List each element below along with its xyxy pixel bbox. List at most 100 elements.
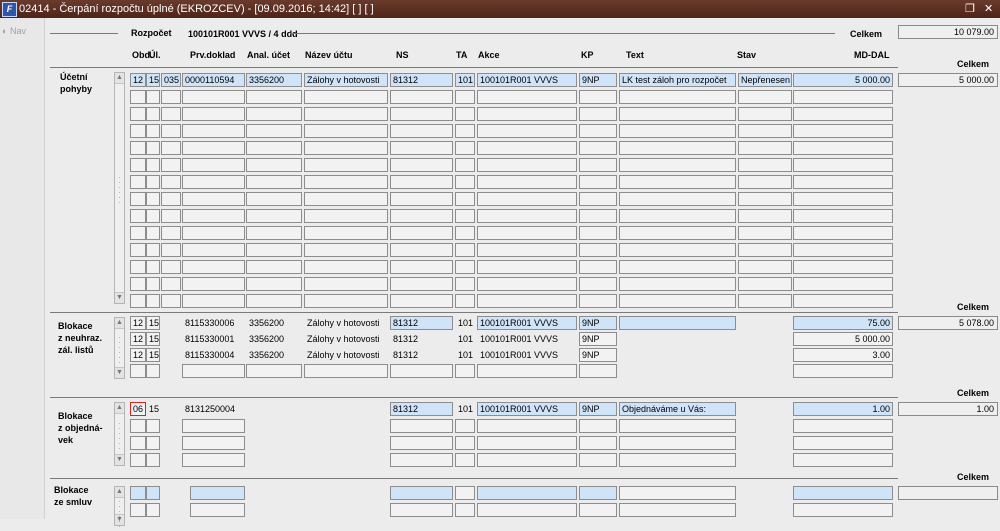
row-9-md[interactable] — [793, 226, 893, 240]
row-5-kp[interactable] — [579, 158, 617, 172]
unpaid-row-1-prv[interactable]: 8115330001 — [182, 332, 245, 346]
unpaid-row-2-obd[interactable]: 12 — [130, 348, 146, 362]
row-10-kp[interactable] — [579, 243, 617, 257]
row-6-ul2[interactable] — [161, 175, 181, 189]
orders-row-2-obd[interactable] — [130, 436, 146, 450]
row-0-obd[interactable]: 12 — [130, 73, 146, 87]
scroll-up-icon[interactable]: ▲ — [115, 73, 124, 84]
row-0-prv[interactable]: 0000110594 — [182, 73, 245, 87]
row-9-obd[interactable] — [130, 226, 146, 240]
row-1-kp[interactable] — [579, 90, 617, 104]
row-2-anal[interactable] — [246, 107, 302, 121]
unpaid-row-2-ul[interactable]: 15 — [146, 348, 160, 362]
row-8-akce[interactable] — [477, 209, 577, 223]
row-12-text[interactable] — [619, 277, 736, 291]
row-7-stav[interactable] — [738, 192, 792, 206]
row-12-akce[interactable] — [477, 277, 577, 291]
row-2-akce[interactable] — [477, 107, 577, 121]
row-5-stav[interactable] — [738, 158, 792, 172]
unpaid-row-1-anal[interactable]: 3356200 — [246, 332, 302, 346]
row-7-md[interactable] — [793, 192, 893, 206]
row-6-ta[interactable] — [455, 175, 475, 189]
row-2-kp[interactable] — [579, 107, 617, 121]
row-11-ul[interactable] — [146, 260, 160, 274]
accounting-scrollbar[interactable]: ▲ ▼ · · · · · · — [114, 72, 125, 304]
row-6-obd[interactable] — [130, 175, 146, 189]
row-4-akce[interactable] — [477, 141, 577, 155]
unpaid-row-2-kp[interactable]: 9NP — [579, 348, 617, 362]
row-11-obd[interactable] — [130, 260, 146, 274]
row-0-kp[interactable]: 9NP — [579, 73, 617, 87]
scroll-up-icon[interactable]: ▲ — [115, 403, 124, 414]
row-11-ul2[interactable] — [161, 260, 181, 274]
orders-row-3-prv[interactable] — [182, 453, 245, 467]
orders-row-0-ul[interactable]: 15 — [146, 402, 160, 416]
row-1-ns[interactable] — [390, 90, 453, 104]
unpaid-row-2-anal[interactable]: 3356200 — [246, 348, 302, 362]
row-10-nazev[interactable] — [304, 243, 388, 257]
orders-row-2-md[interactable] — [793, 436, 893, 450]
row-13-kp[interactable] — [579, 294, 617, 308]
row-0-anal[interactable]: 3356200 — [246, 73, 302, 87]
row-5-ta[interactable] — [455, 158, 475, 172]
row-12-nazev[interactable] — [304, 277, 388, 291]
unpaid-row-0-text[interactable] — [619, 316, 736, 330]
row-8-ta[interactable] — [455, 209, 475, 223]
row-5-prv[interactable] — [182, 158, 245, 172]
row-10-obd[interactable] — [130, 243, 146, 257]
row-11-text[interactable] — [619, 260, 736, 274]
orders-row-1-akce[interactable] — [477, 419, 577, 433]
unpaid-row-3-ul[interactable] — [146, 364, 160, 378]
orders-row-1-md[interactable] — [793, 419, 893, 433]
orders-row-1-obd[interactable] — [130, 419, 146, 433]
row-10-anal[interactable] — [246, 243, 302, 257]
row-7-akce[interactable] — [477, 192, 577, 206]
unpaid-row-3-anal[interactable] — [246, 364, 302, 378]
row-4-ul[interactable] — [146, 141, 160, 155]
orders-row-3-akce[interactable] — [477, 453, 577, 467]
row-9-akce[interactable] — [477, 226, 577, 240]
row-13-anal[interactable] — [246, 294, 302, 308]
row-7-kp[interactable] — [579, 192, 617, 206]
unpaid-row-1-obd[interactable]: 12 — [130, 332, 146, 346]
row-3-obd[interactable] — [130, 124, 146, 138]
unpaid-row-1-akce[interactable]: 100101R001 VVVS — [477, 332, 577, 346]
orders-row-0-kp[interactable]: 9NP — [579, 402, 617, 416]
row-6-ul[interactable] — [146, 175, 160, 189]
contracts-row-1-akce[interactable] — [477, 503, 577, 517]
unpaid-row-1-ul[interactable]: 15 — [146, 332, 160, 346]
orders-row-0-prv[interactable]: 8131250004 — [182, 402, 245, 416]
orders-row-0-ns[interactable]: 81312 — [390, 402, 453, 416]
unpaid-row-2-akce[interactable]: 100101R001 VVVS — [477, 348, 577, 362]
row-5-ul2[interactable] — [161, 158, 181, 172]
row-1-text[interactable] — [619, 90, 736, 104]
contracts-row-0-ta[interactable] — [455, 486, 475, 500]
row-11-ns[interactable] — [390, 260, 453, 274]
row-6-kp[interactable] — [579, 175, 617, 189]
row-1-ul[interactable] — [146, 90, 160, 104]
row-11-kp[interactable] — [579, 260, 617, 274]
orders-row-2-text[interactable] — [619, 436, 736, 450]
orders-row-1-ns[interactable] — [390, 419, 453, 433]
row-5-anal[interactable] — [246, 158, 302, 172]
unpaid-row-1-ns[interactable]: 81312 — [390, 332, 453, 346]
row-10-ul2[interactable] — [161, 243, 181, 257]
contracts-row-1-md[interactable] — [793, 503, 893, 517]
unpaid-row-0-ta[interactable]: 101 — [455, 316, 475, 330]
row-13-stav[interactable] — [738, 294, 792, 308]
row-8-anal[interactable] — [246, 209, 302, 223]
unpaid-row-3-ta[interactable] — [455, 364, 475, 378]
row-8-text[interactable] — [619, 209, 736, 223]
unpaid-row-0-prv[interactable]: 8115330006 — [182, 316, 245, 330]
row-10-ul[interactable] — [146, 243, 160, 257]
unpaid-row-0-md[interactable]: 75.00 — [793, 316, 893, 330]
unpaid-row-3-md[interactable] — [793, 364, 893, 378]
row-12-ta[interactable] — [455, 277, 475, 291]
row-7-ta[interactable] — [455, 192, 475, 206]
row-3-md[interactable] — [793, 124, 893, 138]
row-2-md[interactable] — [793, 107, 893, 121]
row-6-md[interactable] — [793, 175, 893, 189]
restore-window-icon[interactable]: ❐ — [965, 2, 975, 15]
unpaid-row-1-kp[interactable]: 9NP — [579, 332, 617, 346]
row-0-ul[interactable]: 15 — [146, 73, 160, 87]
